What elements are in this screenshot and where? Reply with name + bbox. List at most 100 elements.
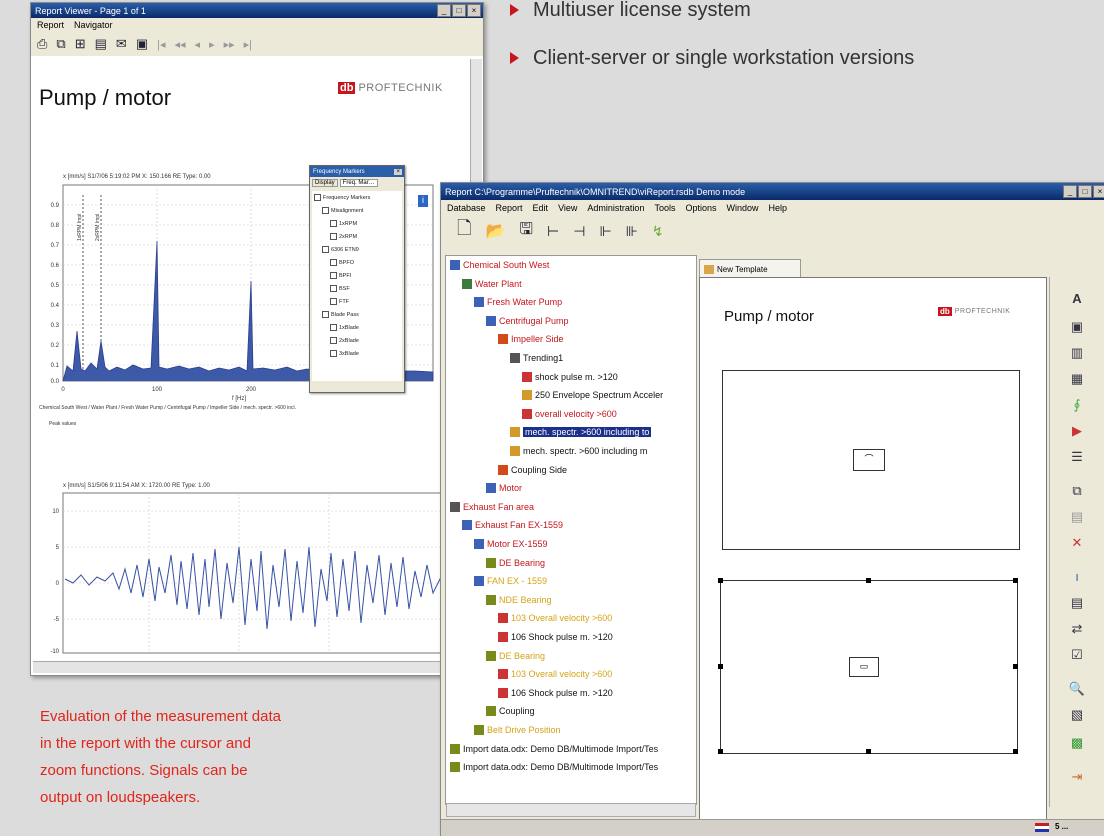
resize-handle[interactable] xyxy=(866,578,871,583)
maximize-button[interactable]: □ xyxy=(452,4,466,17)
frequency-marker-item[interactable]: 1xBlade xyxy=(312,321,402,334)
selected-placeholder-frame[interactable]: ▭ xyxy=(720,580,1018,754)
menu-tools[interactable]: Tools xyxy=(654,203,675,213)
frequency-marker-item[interactable]: Frequency Markers xyxy=(312,191,402,204)
tree-node[interactable]: Import data.odx: Demo DB/Multimode Impor… xyxy=(450,762,658,773)
frequency-marker-item[interactable]: FTF xyxy=(312,295,402,308)
checkbox[interactable] xyxy=(330,337,337,344)
checkbox[interactable] xyxy=(322,207,329,214)
tree-node[interactable]: NDE Bearing xyxy=(486,594,552,605)
minimize-button[interactable]: _ xyxy=(437,4,451,17)
preview-tool-icon[interactable]: ▧ xyxy=(1066,707,1088,723)
chart-placeholder-frame[interactable]: ⌒ xyxy=(722,370,1020,550)
viewer-titlebar[interactable]: Report Viewer - Page 1 of 1 _ □ × xyxy=(31,3,483,18)
popup-titlebar[interactable]: Frequency Markers × xyxy=(310,166,404,177)
menu-report[interactable]: Report xyxy=(496,203,523,213)
tree-node[interactable]: Coupling xyxy=(486,706,535,717)
text-tool-icon[interactable]: A xyxy=(1066,291,1088,306)
tree-horizontal-scrollbar[interactable] xyxy=(446,803,696,817)
nav-first-icon[interactable]: |◂ xyxy=(157,38,165,51)
table-tool-icon[interactable]: ▦ xyxy=(1066,371,1088,387)
tree-node[interactable]: Coupling Side xyxy=(498,464,567,475)
page-setup-icon[interactable]: ▤ xyxy=(95,36,107,52)
signal-tool-icon[interactable]: ▶ xyxy=(1066,423,1088,439)
horizontal-scrollbar[interactable] xyxy=(33,661,470,673)
image-tool-icon[interactable]: ▣ xyxy=(1066,319,1088,335)
nav-back-icon[interactable]: ◂ xyxy=(195,38,201,51)
info-icon[interactable]: i xyxy=(418,195,428,207)
close-button[interactable]: × xyxy=(467,4,481,17)
new-document-icon[interactable]: 🗋 xyxy=(457,216,471,246)
page-tool-icon[interactable]: ▤ xyxy=(1066,595,1088,611)
align-tool-icon[interactable]: ⇄ xyxy=(1066,621,1088,637)
resize-handle[interactable] xyxy=(866,749,871,754)
checkbox[interactable] xyxy=(330,298,337,305)
tree-node[interactable]: Impeller Side xyxy=(498,334,564,345)
tree-expand-icon[interactable]: ⊢ xyxy=(547,223,559,240)
popup-close-icon[interactable]: × xyxy=(394,168,402,175)
tree-node[interactable]: Trending1 xyxy=(510,353,563,363)
checkbox[interactable] xyxy=(314,194,321,201)
chart-tool-icon[interactable]: ▥ xyxy=(1066,345,1088,361)
tree-node[interactable]: 103 Overall velocity >600 xyxy=(498,613,612,624)
menu-report[interactable]: Report xyxy=(37,20,64,30)
tree-node[interactable]: 103 Overall velocity >600 xyxy=(498,669,612,680)
tree-node[interactable]: Import data.odx: Demo DB/Multimode Impor… xyxy=(450,743,658,754)
checkbox[interactable] xyxy=(330,233,337,240)
checkbox[interactable] xyxy=(330,350,337,357)
zoom-tool-icon[interactable]: 🔍 xyxy=(1066,681,1088,697)
main-titlebar[interactable]: Report C:\Programme\Pruftechnik\OMNITREN… xyxy=(441,183,1104,200)
checkbox[interactable] xyxy=(330,324,337,331)
tree-node[interactable]: Chemical South West xyxy=(450,260,549,270)
menu-options[interactable]: Options xyxy=(685,203,716,213)
tree-node[interactable]: Centrifugal Pump xyxy=(486,315,569,326)
checkbox[interactable] xyxy=(322,246,329,253)
nav-next-icon[interactable]: ▸▸ xyxy=(224,38,235,51)
tree-node[interactable]: Exhaust Fan area xyxy=(450,501,534,512)
tree-node[interactable]: 250 Envelope Spectrum Acceler xyxy=(522,390,663,401)
tree-node[interactable]: 106 Shock pulse m. >120 xyxy=(498,687,613,698)
nav-forward-icon[interactable]: ▸ xyxy=(209,38,215,51)
paste-tool-icon[interactable]: ▤ xyxy=(1066,509,1088,525)
checkbox[interactable] xyxy=(330,272,337,279)
menu-window[interactable]: Window xyxy=(727,203,759,213)
minimize-button[interactable]: _ xyxy=(1063,185,1077,198)
exit-tool-icon[interactable]: ⇥ xyxy=(1066,769,1088,785)
tab-new-template[interactable]: New Template xyxy=(699,259,801,278)
tree-node[interactable]: mech. spectr. >600 including to xyxy=(510,427,652,438)
delete-tool-icon[interactable]: ✕ xyxy=(1066,535,1088,551)
resize-handle[interactable] xyxy=(1013,578,1018,583)
template-canvas[interactable]: Pump / motor db PROFTECHNIK ⌒ ▭ xyxy=(699,277,1047,829)
menu-database[interactable]: Database xyxy=(447,203,486,213)
frequency-marker-item[interactable]: 2xBlade xyxy=(312,334,402,347)
save-icon[interactable]: ▣ xyxy=(136,36,148,52)
maximize-button[interactable]: □ xyxy=(1078,185,1092,198)
open-folder-icon[interactable]: 📂 xyxy=(485,221,505,241)
frequency-marker-item[interactable]: 1xRPM xyxy=(312,217,402,230)
tree-node[interactable]: Belt Drive Position xyxy=(474,725,561,735)
tree-node[interactable]: Water Plant xyxy=(462,278,522,289)
checkbox[interactable] xyxy=(330,220,337,227)
export-tool-icon[interactable]: ▩ xyxy=(1066,735,1088,751)
print-icon[interactable]: ⎙ xyxy=(37,36,47,52)
save-icon[interactable]: 🖫 xyxy=(519,218,533,245)
resize-handle[interactable] xyxy=(718,749,723,754)
popup-tab[interactable]: Display xyxy=(312,179,338,187)
tree-node[interactable]: DE Bearing xyxy=(486,557,545,568)
tree-node[interactable]: shock pulse m. >120 xyxy=(522,371,618,382)
menu-edit[interactable]: Edit xyxy=(533,203,549,213)
nav-last-icon[interactable]: ▸| xyxy=(244,38,252,51)
menu-help[interactable]: Help xyxy=(769,203,788,213)
nav-prev-icon[interactable]: ◂◂ xyxy=(175,38,186,51)
export-icon[interactable]: ⊞ xyxy=(75,36,86,52)
resize-handle[interactable] xyxy=(1013,749,1018,754)
tree-filter-icon[interactable]: ⊩ xyxy=(599,223,611,240)
tree-node[interactable]: Motor xyxy=(486,483,522,494)
popup-tab[interactable]: Freq. Mar… xyxy=(339,179,378,187)
tree-node[interactable]: mech. spectr. >600 including m xyxy=(510,446,647,456)
resize-handle[interactable] xyxy=(718,578,723,583)
resize-handle[interactable] xyxy=(718,664,723,669)
copy-tool-icon[interactable]: ⧉ xyxy=(1066,483,1088,499)
frequency-marker-item[interactable]: 6306 ETN9 xyxy=(312,243,402,256)
frequency-marker-item[interactable]: Blade Pass xyxy=(312,308,402,321)
